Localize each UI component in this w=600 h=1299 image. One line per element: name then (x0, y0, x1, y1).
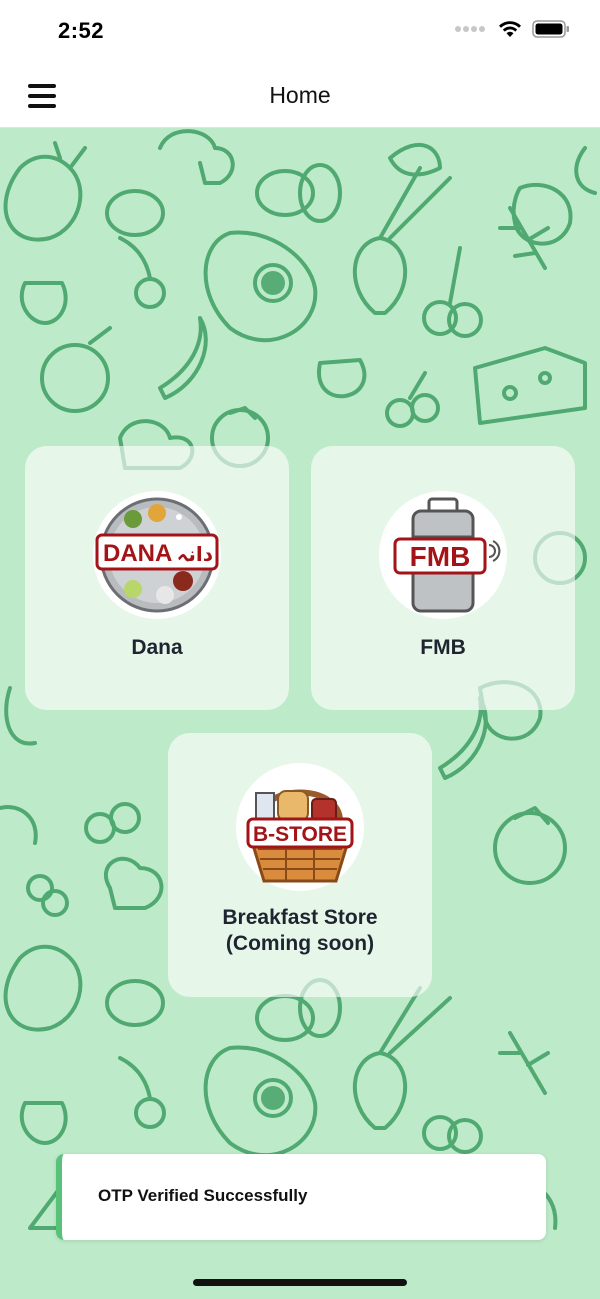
fmb-card[interactable]: FMB FMB (311, 446, 575, 710)
status-bar: 2:52 (0, 0, 600, 64)
svg-text:DANA: DANA (103, 540, 172, 567)
basket-icon: B-STORE (246, 789, 354, 883)
toast-notification: OTP Verified Successfully (56, 1154, 546, 1240)
fmb-logo: FMB (379, 491, 507, 619)
bstore-logo: B-STORE (236, 763, 364, 891)
nav-bar: Home (0, 64, 600, 128)
dana-plate-icon: DANA دانہ (95, 497, 219, 613)
vegetable-pattern-background (0, 129, 597, 1230)
svg-text:B-STORE: B-STORE (253, 823, 347, 846)
page-title: Home (269, 82, 331, 108)
home-indicator[interactable] (193, 1279, 407, 1286)
dana-logo: DANA دانہ (93, 491, 221, 619)
toast-message: OTP Verified Successfully (98, 1186, 308, 1205)
battery-icon (532, 20, 569, 38)
wifi-icon (499, 21, 521, 37)
breakfast-store-card[interactable]: B-STORE Breakfast Store (Coming soon) (168, 733, 432, 997)
fmb-card-label: FMB (420, 636, 466, 659)
svg-text:FMB: FMB (410, 541, 471, 572)
status-time: 2:52 (58, 18, 105, 43)
dana-card[interactable]: DANA دانہ Dana (25, 446, 289, 710)
status-icons (454, 20, 570, 38)
fmb-tiffin-icon: FMB (393, 497, 501, 613)
breakfast-store-label: Breakfast Store (Coming soon) (222, 906, 378, 955)
svg-text:دانہ: دانہ (177, 542, 213, 566)
home-content: DANA دانہ Dana FMB FMB B-STORE Breakfast… (0, 128, 600, 1299)
signal-icon (455, 26, 485, 32)
dana-card-label: Dana (131, 636, 183, 659)
